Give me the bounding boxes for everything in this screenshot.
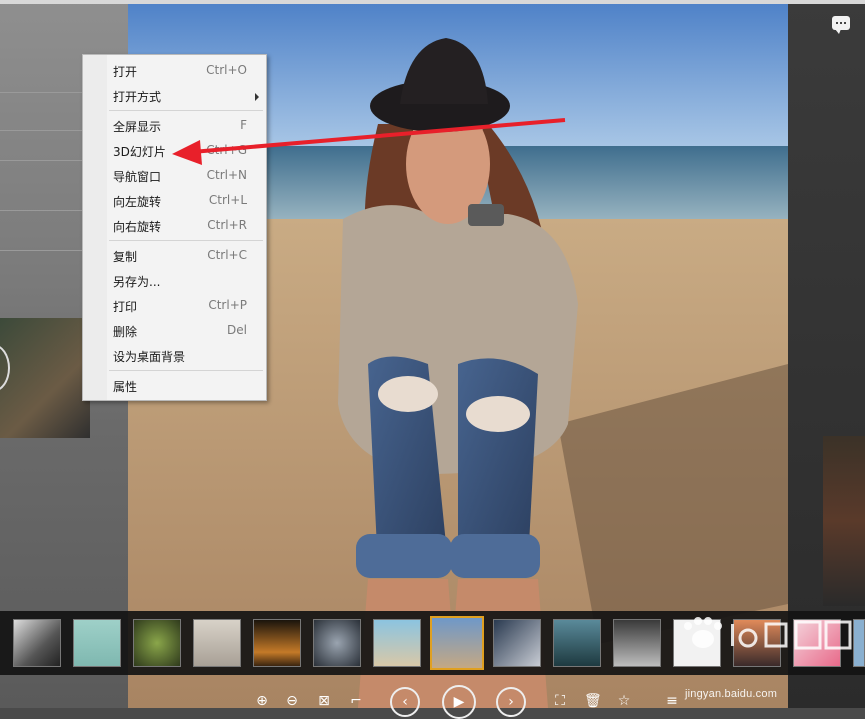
menu-item-fullscreen[interactable]: 全屏显示 F — [107, 113, 265, 138]
thumbnail[interactable] — [193, 619, 241, 667]
menu-separator — [109, 370, 263, 371]
menu-item-label: 3D幻灯片 — [113, 145, 166, 159]
menu-item-label: 设为桌面背景 — [113, 350, 186, 364]
menu-item-label: 属性 — [113, 380, 138, 394]
fit-window-icon[interactable]: ⊠ — [316, 693, 332, 709]
thumbnail-active[interactable] — [430, 616, 484, 670]
more-menu-icon[interactable]: ≡ — [664, 693, 680, 709]
menu-item-label: 向右旋转 — [113, 220, 162, 234]
delete-icon[interactable]: 🗑 — [584, 693, 602, 709]
menu-item-shortcut: F — [240, 118, 247, 132]
menu-item-shortcut: Del — [227, 323, 247, 337]
menu-item-delete[interactable]: 删除 Del — [107, 318, 265, 343]
menu-separator — [109, 240, 263, 241]
watermark-url: jingyan.baidu.com — [685, 688, 778, 700]
menu-item-shortcut: Ctrl+C — [207, 248, 247, 262]
zoom-out-icon[interactable]: ⊖ — [284, 693, 300, 709]
crop-icon[interactable]: ⌐ — [348, 693, 364, 709]
right-side-panel — [788, 0, 865, 708]
context-menu: 打开 Ctrl+O 打开方式 全屏显示 F 3D幻灯片 Ctrl+G 导航窗口 … — [82, 54, 267, 401]
menu-item-open[interactable]: 打开 Ctrl+O — [107, 58, 265, 83]
menu-item-label: 导航窗口 — [113, 170, 162, 184]
menu-item-rotate-left[interactable]: 向左旋转 Ctrl+L — [107, 188, 265, 213]
background-photo — [0, 318, 90, 438]
thumbnail[interactable] — [133, 619, 181, 667]
baidu-watermark-logo — [684, 617, 852, 650]
next-photo-preview — [823, 436, 865, 606]
zoom-in-icon[interactable]: ⊕ — [254, 693, 270, 709]
menu-item-properties[interactable]: 属性 — [107, 373, 265, 398]
menu-item-label: 复制 — [113, 250, 138, 264]
thumbnail[interactable] — [553, 619, 601, 667]
menu-item-label: 另存为... — [113, 275, 161, 289]
menu-separator — [109, 110, 263, 111]
menu-item-shortcut: Ctrl+O — [206, 63, 247, 77]
menu-item-shortcut: Ctrl+G — [206, 143, 247, 157]
menu-item-label: 全屏显示 — [113, 120, 162, 134]
next-button[interactable]: › — [496, 687, 526, 717]
previous-button[interactable]: ‹ — [390, 687, 420, 717]
thumbnail[interactable] — [253, 619, 301, 667]
menu-item-set-wallpaper[interactable]: 设为桌面背景 — [107, 343, 265, 368]
menu-item-save-as[interactable]: 另存为... — [107, 268, 265, 293]
menu-item-label: 打印 — [113, 300, 138, 314]
menu-item-label: 打开 — [113, 65, 138, 79]
thumbnail[interactable] — [613, 619, 661, 667]
menu-item-label: 删除 — [113, 325, 138, 339]
menu-icon-gutter — [83, 55, 107, 400]
menu-item-copy[interactable]: 复制 Ctrl+C — [107, 243, 265, 268]
menu-item-navigation-window[interactable]: 导航窗口 Ctrl+N — [107, 163, 265, 188]
menu-item-shortcut: Ctrl+L — [208, 193, 247, 207]
menu-item-label: 向左旋转 — [113, 195, 162, 209]
submenu-arrow-icon — [255, 93, 259, 101]
comment-icon[interactable] — [832, 16, 850, 34]
menu-item-shortcut: Ctrl+P — [208, 298, 247, 312]
menu-item-shortcut: Ctrl+R — [207, 218, 247, 232]
favorite-icon[interactable]: ☆ — [616, 693, 632, 709]
menu-item-print[interactable]: 打印 Ctrl+P — [107, 293, 265, 318]
play-slideshow-button[interactable]: ▶ — [442, 685, 476, 719]
thumbnail[interactable] — [13, 619, 61, 667]
menu-item-rotate-right[interactable]: 向右旋转 Ctrl+R — [107, 213, 265, 238]
fullscreen-icon[interactable]: ⛶ — [552, 693, 568, 709]
thumbnail[interactable] — [313, 619, 361, 667]
thumbnail[interactable] — [73, 619, 121, 667]
menu-item-shortcut: Ctrl+N — [206, 168, 247, 182]
menu-item-3d-slideshow[interactable]: 3D幻灯片 Ctrl+G — [107, 138, 265, 163]
menu-item-label: 打开方式 — [113, 90, 162, 104]
thumbnail[interactable] — [373, 619, 421, 667]
menu-item-open-with[interactable]: 打开方式 — [107, 83, 265, 108]
thumbnail[interactable] — [493, 619, 541, 667]
